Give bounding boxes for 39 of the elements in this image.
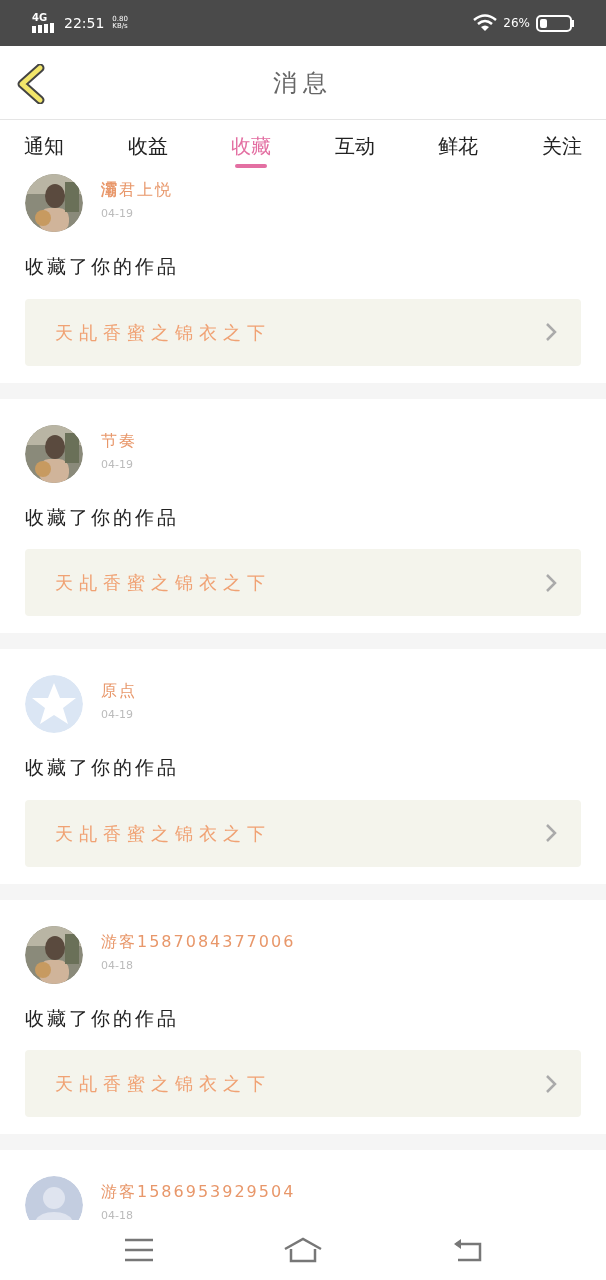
work-link[interactable]: 天乩香蜜之锦衣之下 [25, 298, 581, 366]
signal-icon [32, 23, 56, 33]
work-link[interactable]: 天乩香蜜之锦衣之下 [25, 549, 581, 616]
chevron-right-icon [545, 823, 557, 843]
user-name[interactable]: 灞君上悦 [101, 178, 173, 202]
message-text: 收藏了你的作品 [25, 504, 180, 530]
message-text: 收藏了你的作品 [25, 1005, 180, 1031]
tab[interactable]: 关注 [531, 120, 592, 172]
message-date: 04-19 [101, 206, 134, 222]
network-label: 4G [32, 13, 48, 23]
message-date: 04-18 [101, 1208, 134, 1220]
tab[interactable]: 收藏 [221, 120, 282, 172]
battery-percent: 26% [503, 15, 530, 32]
home-icon[interactable] [283, 1237, 323, 1263]
user-name[interactable]: 原点 [101, 679, 137, 703]
work-link[interactable]: 天乩香蜜之锦衣之下 [25, 1050, 581, 1117]
tab[interactable]: 互动 [324, 120, 385, 172]
user-name[interactable]: 游客1587084377006 [101, 929, 296, 954]
user-name[interactable]: 游客1586953929504 [101, 1180, 296, 1204]
clock: 22:51 [64, 13, 105, 33]
user-name[interactable]: 节奏 [101, 428, 137, 453]
wifi-icon [473, 14, 498, 32]
menu-icon[interactable] [124, 1238, 155, 1262]
work-link[interactable]: 天乩香蜜之锦衣之下 [25, 799, 581, 867]
message-text: 收藏了你的作品 [25, 755, 180, 780]
tab[interactable]: 鲜花 [428, 120, 489, 172]
chevron-right-icon [545, 322, 557, 342]
chevron-right-icon [545, 572, 557, 593]
message-date: 04-19 [101, 707, 134, 723]
tab[interactable]: 收益 [117, 120, 178, 172]
page-title: 消息 [273, 67, 333, 99]
message-date: 04-19 [101, 456, 134, 473]
back-icon[interactable] [16, 64, 46, 104]
star-avatar-icon [25, 675, 83, 733]
battery-icon [536, 14, 574, 32]
message-date: 04-18 [101, 957, 134, 974]
tab[interactable]: 通知 [14, 120, 74, 172]
chevron-right-icon [545, 1073, 557, 1094]
message-text: 收藏了你的作品 [25, 254, 180, 279]
